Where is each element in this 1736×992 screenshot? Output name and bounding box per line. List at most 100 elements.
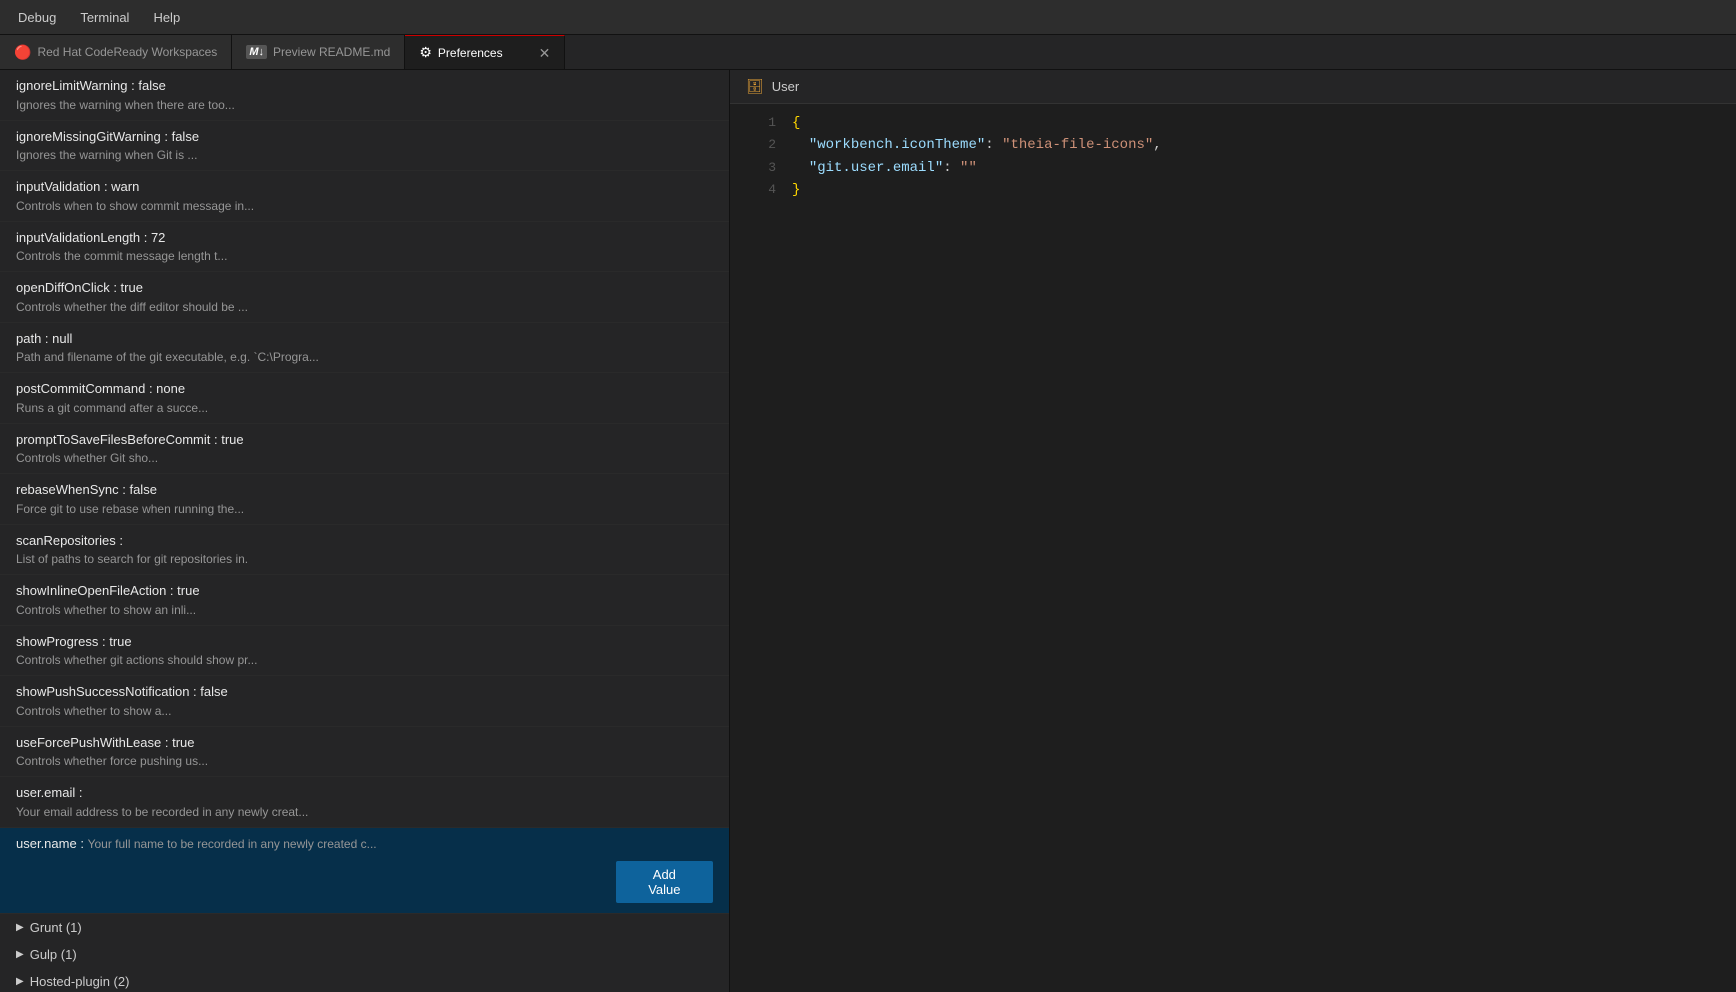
settings-desc: Your email address to be recorded in any…: [16, 803, 713, 821]
json-comma: ,: [1153, 137, 1161, 153]
settings-value: false: [200, 684, 227, 699]
code-line-2: 2 "workbench.iconTheme": "theia-file-ico…: [730, 134, 1736, 156]
settings-key: inputValidation: [16, 179, 100, 194]
settings-key: openDiffOnClick: [16, 280, 110, 295]
settings-desc: Controls when to show commit message in.…: [16, 197, 713, 215]
tab-preferences-label: Preferences: [438, 46, 503, 60]
settings-item-showProgress[interactable]: showProgress : true Controls whether git…: [0, 626, 729, 677]
brace-close: }: [792, 182, 800, 198]
collapsed-item-hosted-plugin[interactable]: ▶ Hosted-plugin (2): [0, 968, 729, 992]
collapsed-item-gulp[interactable]: ▶ Gulp (1): [0, 941, 729, 968]
settings-key: path: [16, 331, 41, 346]
menu-help[interactable]: Help: [143, 6, 190, 29]
settings-item-showInlineOpenFileAction[interactable]: showInlineOpenFileAction : true Controls…: [0, 575, 729, 626]
settings-colon: :: [119, 482, 130, 497]
settings-value: false: [172, 129, 199, 144]
settings-key: rebaseWhenSync: [16, 482, 119, 497]
settings-colon: :: [145, 381, 156, 396]
settings-desc: Runs a git command after a succe...: [16, 399, 713, 417]
codeready-icon: 🔴: [14, 44, 31, 61]
settings-value: true: [172, 735, 194, 750]
settings-key: promptToSaveFilesBeforeCommit: [16, 432, 210, 447]
tab-preferences[interactable]: ⚙ Preferences ✕: [405, 35, 565, 69]
tab-codeready[interactable]: 🔴 Red Hat CodeReady Workspaces: [0, 35, 232, 69]
settings-value: 72: [151, 230, 165, 245]
markdown-icon: M↓: [246, 45, 267, 59]
tab-preview-readme-label: Preview README.md: [273, 45, 390, 59]
main-content: ignoreLimitWarning : false Ignores the w…: [0, 70, 1736, 992]
editor-body[interactable]: 1 { 2 "workbench.iconTheme": "theia-file…: [730, 104, 1736, 992]
settings-desc: List of paths to search for git reposito…: [16, 550, 713, 568]
settings-item-scanRepositories[interactable]: scanRepositories : List of paths to sear…: [0, 525, 729, 576]
settings-colon: :: [98, 634, 109, 649]
menu-debug[interactable]: Debug: [8, 6, 66, 29]
json-key-workbench: "workbench.iconTheme": [809, 137, 985, 153]
json-val-empty-email: "": [960, 160, 977, 176]
settings-key: postCommitCommand: [16, 381, 145, 396]
json-val-theia-icons: "theia-file-icons": [1002, 137, 1153, 153]
settings-key: inputValidationLength: [16, 230, 140, 245]
settings-item-rebaseWhenSync[interactable]: rebaseWhenSync : false Force git to use …: [0, 474, 729, 525]
tabbar: 🔴 Red Hat CodeReady Workspaces M↓ Previe…: [0, 35, 1736, 70]
json-key-git-email: "git.user.email": [809, 160, 943, 176]
line-number-2: 2: [746, 135, 776, 156]
settings-key: useForcePushWithLease: [16, 735, 161, 750]
add-value-button[interactable]: Add Value: [616, 861, 713, 903]
settings-colon: :: [189, 684, 200, 699]
settings-item-ignoreMissingGitWarning[interactable]: ignoreMissingGitWarning : false Ignores …: [0, 121, 729, 172]
settings-desc: Force git to use rebase when running the…: [16, 500, 713, 518]
settings-item-openDiffOnClick[interactable]: openDiffOnClick : true Controls whether …: [0, 272, 729, 323]
settings-item-postCommitCommand[interactable]: postCommitCommand : none Runs a git comm…: [0, 373, 729, 424]
settings-key: ignoreLimitWarning: [16, 78, 128, 93]
settings-item-path[interactable]: path : null Path and filename of the git…: [0, 323, 729, 374]
line-number-1: 1: [746, 113, 776, 134]
settings-key: showProgress: [16, 634, 98, 649]
close-icon[interactable]: ✕: [539, 46, 551, 60]
settings-key: user.name :: [16, 836, 84, 851]
settings-value: true: [121, 280, 143, 295]
collapsed-item-grunt[interactable]: ▶ Grunt (1): [0, 914, 729, 941]
settings-colon: :: [140, 230, 151, 245]
collapsed-label-grunt: Grunt (1): [30, 920, 82, 935]
settings-colon: :: [161, 129, 172, 144]
settings-desc: Controls whether to show a...: [16, 702, 713, 720]
settings-value: null: [52, 331, 72, 346]
settings-item-showPushSuccessNotification[interactable]: showPushSuccessNotification : false Cont…: [0, 676, 729, 727]
settings-key: showInlineOpenFileAction: [16, 583, 166, 598]
settings-value: true: [109, 634, 131, 649]
menu-terminal[interactable]: Terminal: [70, 6, 139, 29]
settings-desc: Controls whether git actions should show…: [16, 651, 713, 669]
menubar: Debug Terminal Help: [0, 0, 1736, 35]
settings-desc: Controls whether to show an inli...: [16, 601, 713, 619]
settings-key: scanRepositories :: [16, 533, 123, 548]
settings-colon: :: [41, 331, 52, 346]
brace-open: {: [792, 115, 800, 131]
settings-colon: :: [128, 78, 139, 93]
settings-item-ignoreLimitWarning[interactable]: ignoreLimitWarning : false Ignores the w…: [0, 70, 729, 121]
settings-item-promptToSaveFilesBeforeCommit[interactable]: promptToSaveFilesBeforeCommit : true Con…: [0, 424, 729, 475]
settings-colon: :: [110, 280, 121, 295]
settings-desc: Controls whether the diff editor should …: [16, 298, 713, 316]
code-line-3: 3 "git.user.email": "": [730, 157, 1736, 179]
json-colon: :: [943, 160, 960, 176]
code-line-1: 1 {: [730, 112, 1736, 134]
collapsed-label-gulp: Gulp (1): [30, 947, 77, 962]
settings-item-useForcePushWithLease[interactable]: useForcePushWithLease : true Controls wh…: [0, 727, 729, 778]
settings-item-user-name[interactable]: user.name : Your full name to be recorde…: [0, 828, 729, 915]
code-content-4: }: [792, 179, 800, 201]
settings-desc: Controls whether force pushing us...: [16, 752, 713, 770]
code-content-2: "workbench.iconTheme": "theia-file-icons…: [792, 134, 1162, 156]
settings-value: none: [156, 381, 185, 396]
settings-item-inputValidationLength[interactable]: inputValidationLength : 72 Controls the …: [0, 222, 729, 273]
settings-item-inputValidation[interactable]: inputValidation : warn Controls when to …: [0, 171, 729, 222]
preferences-icon: ⚙: [419, 44, 432, 61]
settings-panel[interactable]: ignoreLimitWarning : false Ignores the w…: [0, 70, 730, 992]
settings-value: false: [138, 78, 165, 93]
settings-item-user-email[interactable]: user.email : Your email address to be re…: [0, 777, 729, 828]
tab-preview-readme[interactable]: M↓ Preview README.md: [232, 35, 405, 69]
settings-colon: :: [166, 583, 177, 598]
chevron-right-icon: ▶: [16, 949, 24, 960]
editor-panel: 🗄 User 1 { 2 "workbench.iconTheme": "the…: [730, 70, 1736, 992]
tab-codeready-label: Red Hat CodeReady Workspaces: [37, 45, 217, 59]
settings-key: user.email :: [16, 785, 82, 800]
